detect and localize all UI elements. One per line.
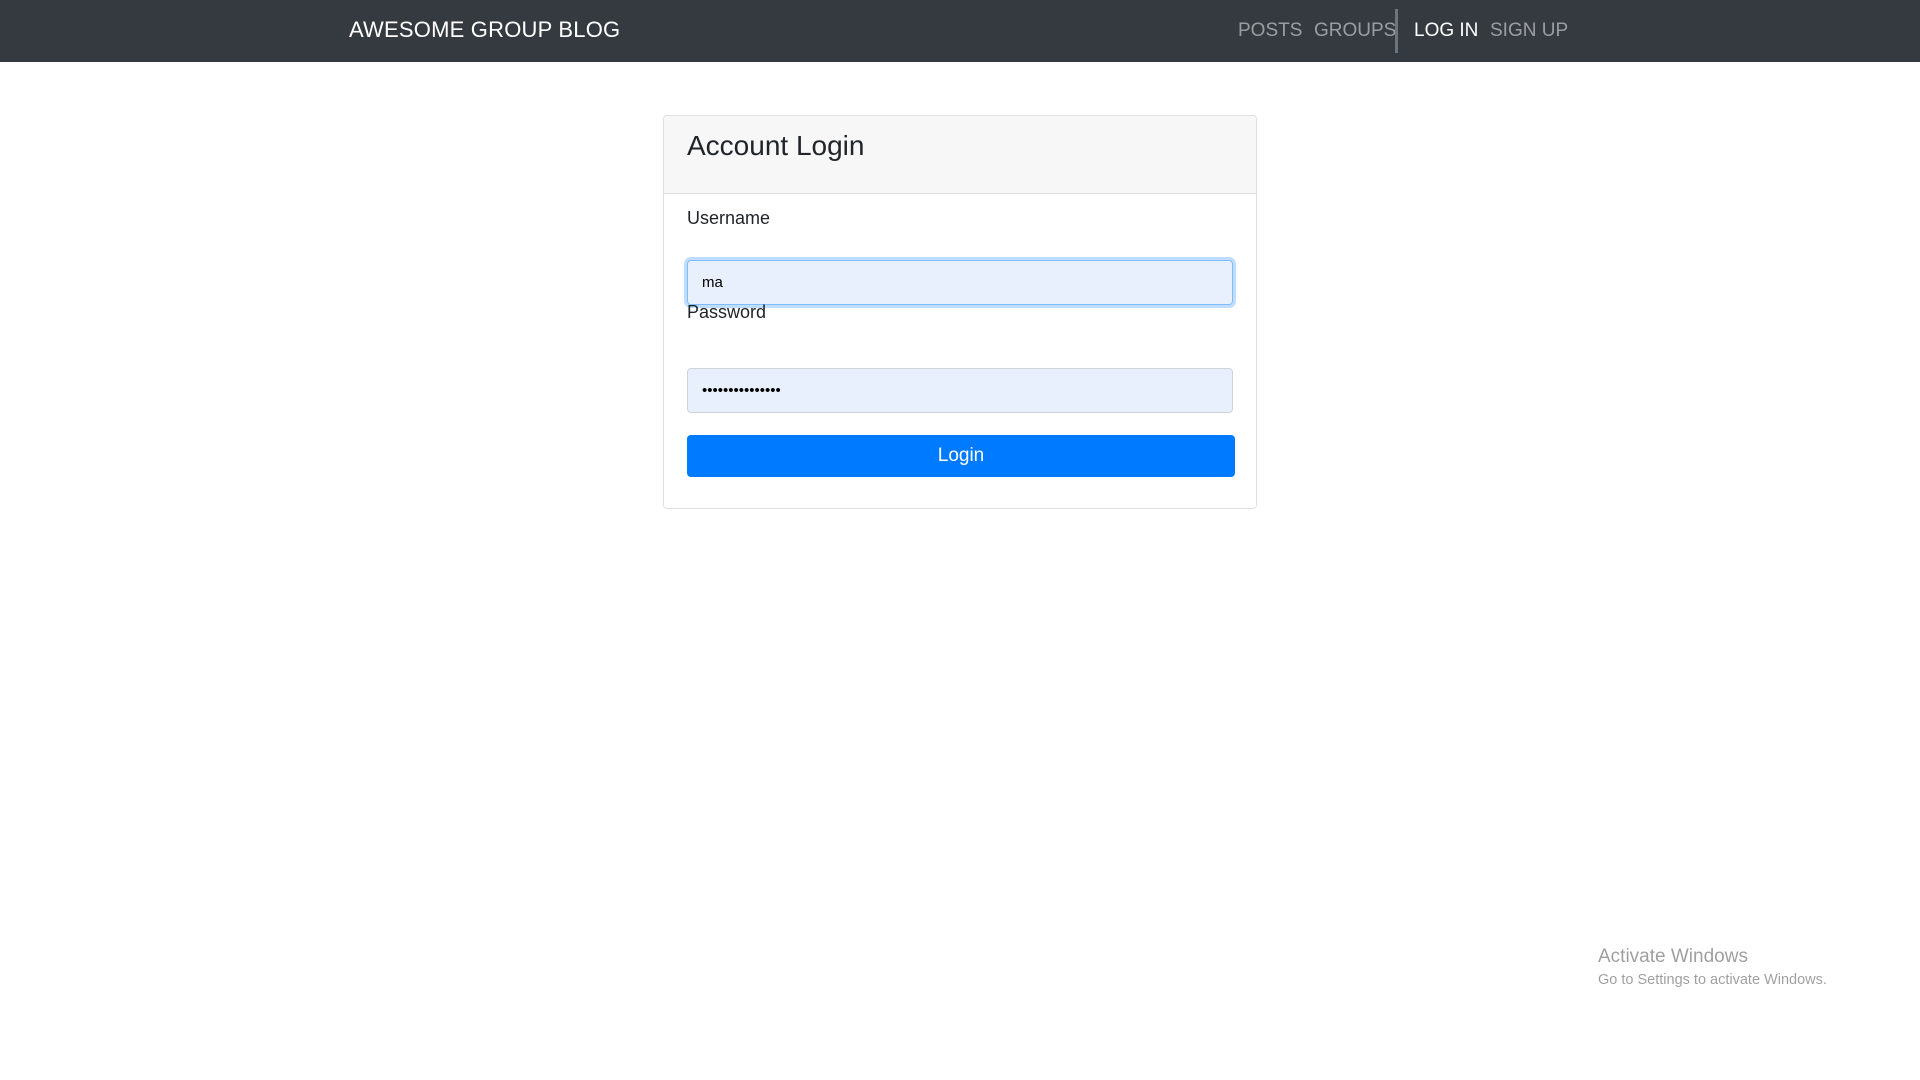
- watermark-subtitle: Go to Settings to activate Windows.: [1598, 972, 1827, 988]
- card-header: Account Login: [664, 116, 1256, 194]
- nav-posts[interactable]: POSTS: [1238, 20, 1302, 42]
- nav-sign-up[interactable]: SIGN UP: [1490, 20, 1568, 42]
- username-input[interactable]: [687, 260, 1233, 305]
- login-button[interactable]: Login: [687, 435, 1235, 477]
- activate-windows-watermark: Activate Windows Go to Settings to activ…: [1598, 946, 1827, 988]
- login-card: Account Login Username Password Login: [663, 115, 1257, 509]
- password-label: Password: [687, 302, 767, 322]
- username-label: Username: [687, 208, 771, 228]
- brand-link[interactable]: AWESOME GROUP BLOG: [349, 17, 620, 43]
- watermark-title: Activate Windows: [1598, 946, 1748, 967]
- password-input[interactable]: [687, 368, 1233, 413]
- card-title: Account Login: [687, 130, 865, 161]
- navbar: AWESOME GROUP BLOG POSTS GROUPS LOG IN S…: [0, 0, 1920, 62]
- nav-divider: [1395, 9, 1398, 53]
- nav-log-in[interactable]: LOG IN: [1414, 20, 1478, 42]
- nav-groups[interactable]: GROUPS: [1314, 20, 1396, 42]
